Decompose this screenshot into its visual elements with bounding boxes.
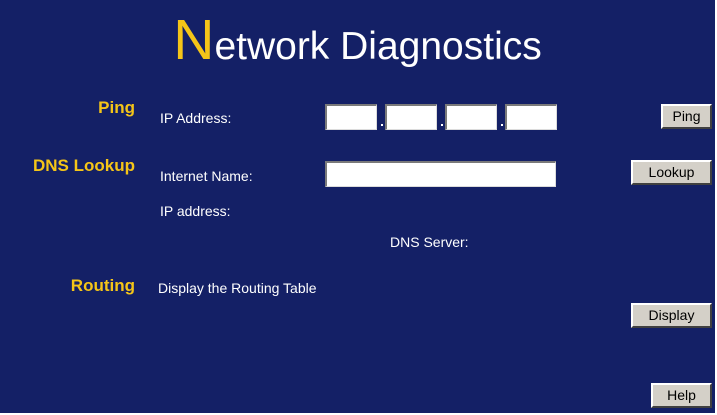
- ping-section-label: Ping: [98, 98, 135, 117]
- routing-section-label: Routing: [70, 276, 135, 295]
- ip-dot-separator: [501, 124, 503, 126]
- dns-ip-address-label: IP address:: [160, 203, 231, 219]
- dns-lookup-section-label: DNS Lookup: [33, 156, 135, 175]
- routing-description: Display the Routing Table: [158, 280, 317, 296]
- internet-name-input[interactable]: [325, 161, 556, 187]
- dns-server-label: DNS Server:: [390, 234, 469, 250]
- ping-button[interactable]: Ping: [661, 104, 712, 129]
- page-title: Network Diagnostics: [0, 10, 715, 77]
- ping-ip-octet-1[interactable]: [325, 104, 377, 130]
- ip-dot-separator: [441, 124, 443, 126]
- display-button[interactable]: Display: [631, 303, 712, 328]
- internet-name-label: Internet Name:: [160, 168, 253, 184]
- ping-ip-octet-3[interactable]: [445, 104, 497, 130]
- ping-ip-octet-2[interactable]: [385, 104, 437, 130]
- page-title-rest: etwork Diagnostics: [214, 25, 542, 68]
- ping-ip-octet-4[interactable]: [505, 104, 557, 130]
- ping-ip-label: IP Address:: [160, 110, 232, 126]
- help-button[interactable]: Help: [651, 383, 712, 408]
- diagnostics-panel: Network Diagnostics Ping IP Address: Pin…: [0, 0, 717, 415]
- ip-dot-separator: [381, 124, 383, 126]
- lookup-button[interactable]: Lookup: [631, 160, 712, 185]
- page-title-initial: N: [173, 8, 215, 72]
